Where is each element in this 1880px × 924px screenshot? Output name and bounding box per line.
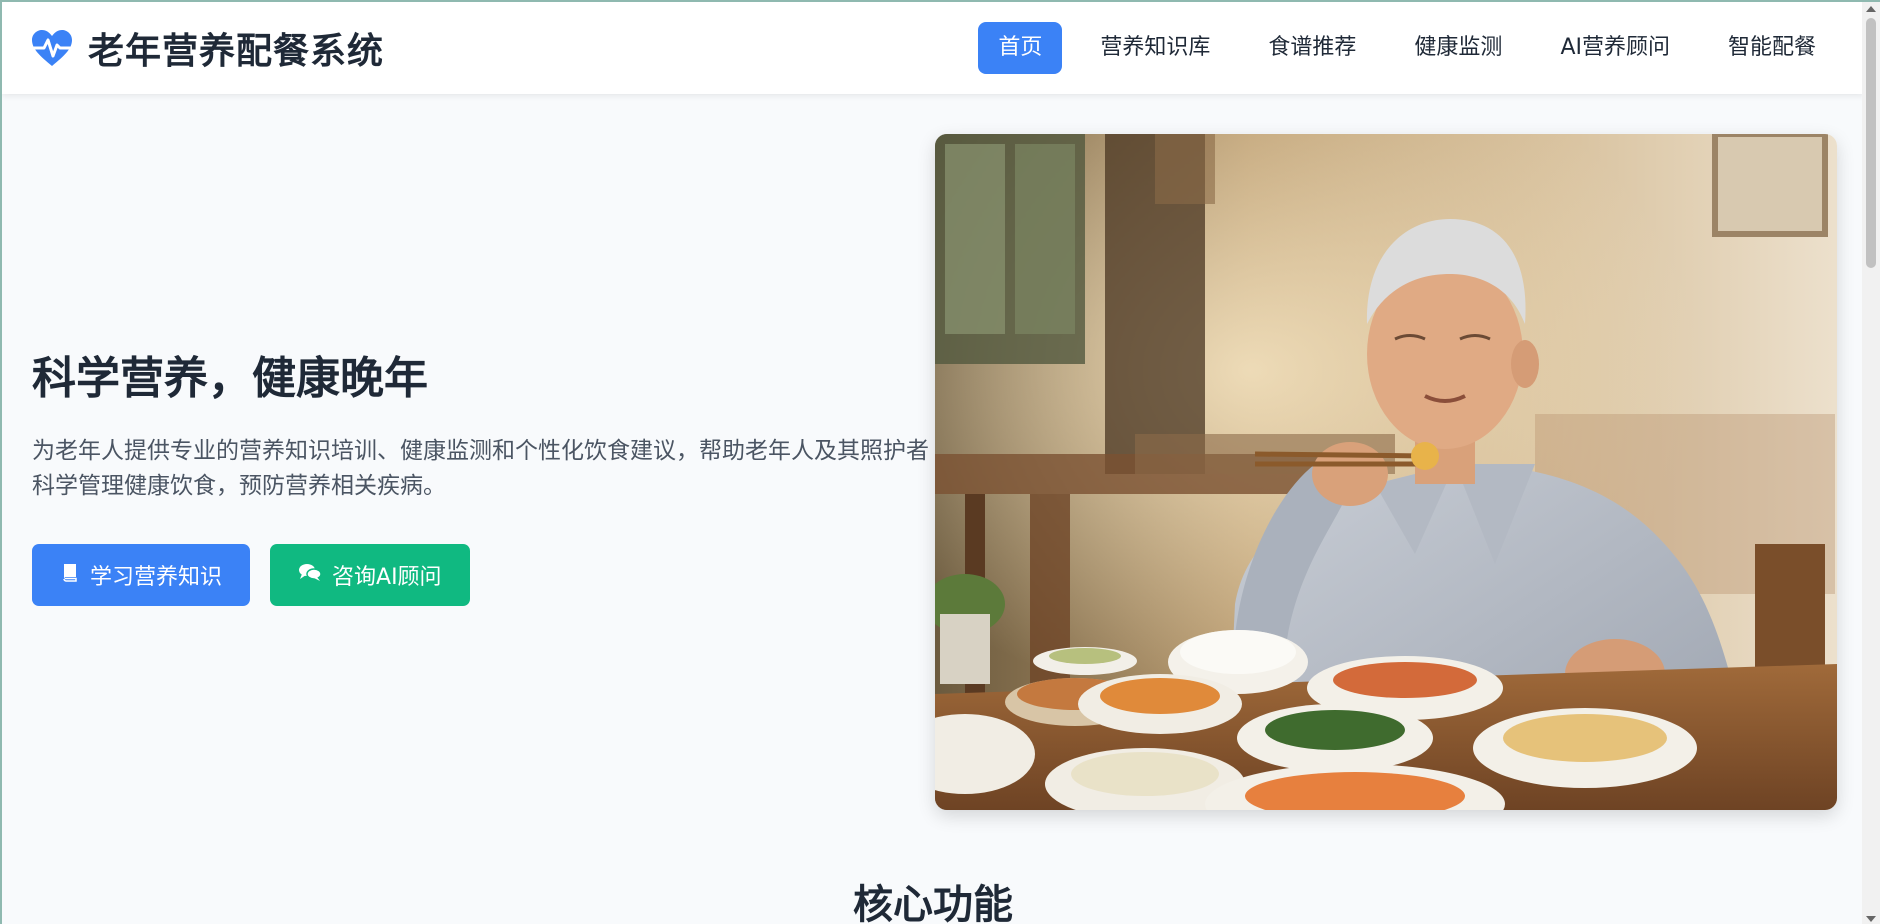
book-icon xyxy=(60,562,90,588)
learn-nutrition-label: 学习营养知识 xyxy=(90,565,223,590)
hero-text: 科学营养，健康晚年 为老年人提供专业的营养知识培训、健康监测和个性化饮食建议，帮… xyxy=(32,342,932,606)
brand-title: 老年营养配餐系统 xyxy=(88,31,385,72)
chat-icon xyxy=(298,562,332,588)
hero-title: 科学营养，健康晚年 xyxy=(32,353,428,404)
nav-item-smart-meal[interactable]: 智能配餐 xyxy=(1708,22,1836,74)
top-navbar: 老年营养配餐系统 首页 营养知识库 食谱推荐 健康监测 AI营养顾问 智能配餐 xyxy=(2,2,1864,94)
page: 老年营养配餐系统 首页 营养知识库 食谱推荐 健康监测 AI营养顾问 智能配餐 … xyxy=(0,0,1880,924)
elderly-dining-photo xyxy=(935,134,1837,810)
consult-ai-button[interactable]: 咨询AI顾问 xyxy=(270,544,470,606)
hero-description: 为老年人提供专业的营养知识培训、健康监测和个性化饮食建议，帮助老年人及其照护者科… xyxy=(32,438,929,499)
heartbeat-icon xyxy=(30,28,74,68)
nav-item-home[interactable]: 首页 xyxy=(978,22,1063,74)
scroll-thumb[interactable] xyxy=(1866,18,1876,268)
core-features-title: 核心功能 xyxy=(853,882,1013,924)
scrollbar[interactable] xyxy=(1862,2,1880,924)
nav-item-knowledge[interactable]: 营养知识库 xyxy=(1080,22,1230,74)
learn-nutrition-button[interactable]: 学习营养知识 xyxy=(32,544,251,606)
scroll-up-icon[interactable] xyxy=(1866,6,1876,12)
consult-ai-label: 咨询AI顾问 xyxy=(332,565,442,590)
scroll-down-icon[interactable] xyxy=(1866,916,1876,922)
brand[interactable]: 老年营养配餐系统 xyxy=(30,22,384,74)
main-nav: 首页 营养知识库 食谱推荐 健康监测 AI营养顾问 智能配餐 xyxy=(960,22,1836,74)
nav-item-ai-advisor[interactable]: AI营养顾问 xyxy=(1540,22,1690,74)
nav-item-health-monitor[interactable]: 健康监测 xyxy=(1394,22,1522,74)
hero-actions: 学习营养知识 咨询AI顾问 xyxy=(32,544,932,606)
nav-item-recipes[interactable]: 食谱推荐 xyxy=(1248,22,1376,74)
